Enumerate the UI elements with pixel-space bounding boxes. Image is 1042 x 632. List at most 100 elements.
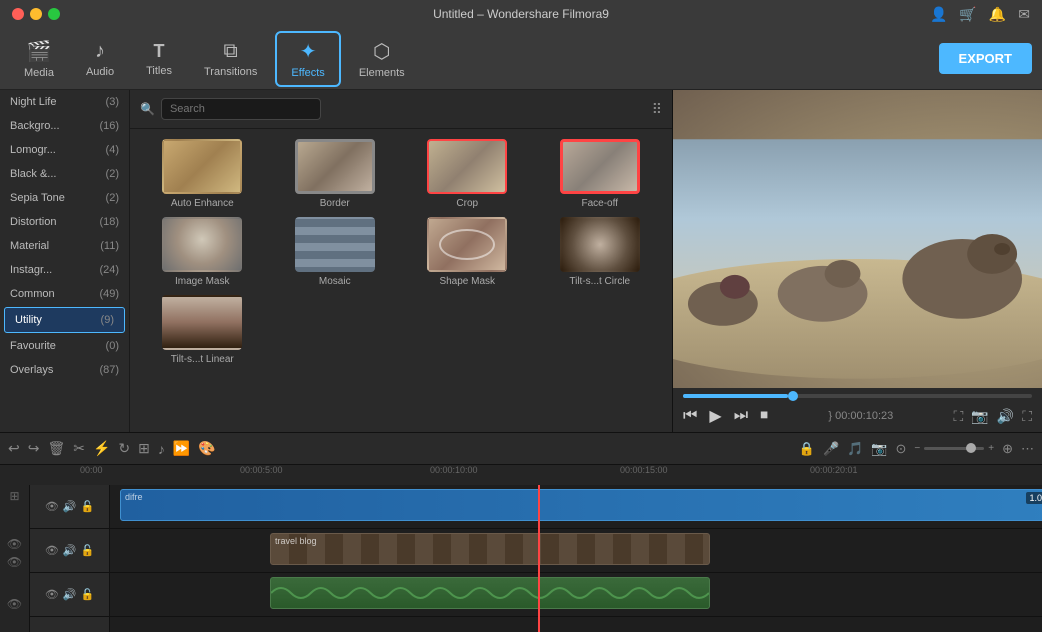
playhead <box>538 485 540 632</box>
fullscreen-icon[interactable]: ⛶ <box>1022 408 1032 425</box>
cut-icon[interactable]: ✂ <box>73 440 85 457</box>
grid-toggle-icon[interactable]: ⠿ <box>652 101 662 118</box>
effect-auto-enhance[interactable]: Auto Enhance <box>140 139 265 209</box>
sidebar-item-instagram[interactable]: Instagr... (24) <box>0 258 129 282</box>
effect-shapemask[interactable]: Shape Mask <box>405 217 530 287</box>
toolbar-elements[interactable]: ⬡ Elements <box>345 33 419 85</box>
track-3-audio[interactable]: 🔊 <box>63 588 77 601</box>
sidebar-item-sepia[interactable]: Sepia Tone (2) <box>0 186 129 210</box>
camera-icon[interactable]: 📷 <box>871 441 887 457</box>
sidebar-item-black[interactable]: Black &... (2) <box>0 162 129 186</box>
preview-panel: ⏮ ▶ ⏭ ⏹ } 00:00:10:23 ⛶ 📷 🔊 ⛶ <box>672 90 1042 432</box>
sidebar-background-label: Backgro... <box>10 120 60 132</box>
ruler-mark-5: 00:00:5:00 <box>240 465 283 475</box>
track-2-lock[interactable]: 🔓 <box>80 544 94 557</box>
sidebar-item-material[interactable]: Material (11) <box>0 234 129 258</box>
track-clip-3[interactable] <box>270 577 710 609</box>
color-icon[interactable]: 🎨 <box>198 440 215 457</box>
redo-icon[interactable]: ↪ <box>28 440 40 457</box>
audio-icon[interactable]: ♪ <box>158 441 165 457</box>
timeline-area: ↩ ↪ 🗑 ✂ ⚡ ↻ ⊞ ♪ ⏩ 🎨 🔒 🎤 🎵 📷 ⊙ − + ⊕ ⋯ <box>0 432 1042 632</box>
track-2-eye[interactable]: 👁 <box>45 544 59 557</box>
titlebar: Untitled – Wondershare Filmora9 👤 🛒 🔔 ✉ <box>0 0 1042 28</box>
zoom-slider[interactable] <box>924 447 984 450</box>
more-icon[interactable]: ⋯ <box>1021 441 1034 457</box>
close-button[interactable] <box>12 8 24 20</box>
track-icon[interactable]: 🎵 <box>847 441 863 457</box>
side-icon-3[interactable]: 👁 <box>7 555 22 569</box>
sidebar-material-count: (11) <box>100 240 119 252</box>
rotate-icon[interactable]: ↻ <box>118 440 130 457</box>
effects-icon: ✦ <box>300 39 317 64</box>
sidebar-item-common[interactable]: Common (49) <box>0 282 129 306</box>
sidebar-utility-count: (9) <box>101 314 114 326</box>
effect-border[interactable]: Border <box>273 139 398 209</box>
split-icon[interactable]: ⚡ <box>93 440 110 457</box>
effect-crop[interactable]: Crop <box>405 139 530 209</box>
track-2-audio[interactable]: 🔊 <box>63 544 77 557</box>
effect-tiltlinear[interactable]: Tilt-s...t Linear <box>140 295 265 365</box>
right-timeline-icons: 🔒 🎤 🎵 📷 ⊙ − + ⊕ ⋯ <box>799 441 1034 457</box>
rewind-button[interactable]: ⏮ <box>683 407 697 425</box>
sidebar-item-overlays[interactable]: Overlays (87) <box>0 358 129 382</box>
sidebar-item-distortion[interactable]: Distortion (18) <box>0 210 129 234</box>
toolbar-transitions[interactable]: ⧉ Transitions <box>190 34 271 84</box>
lock-icon[interactable]: 🔒 <box>799 441 815 457</box>
search-input[interactable] <box>161 98 321 120</box>
effect-mosaic[interactable]: Mosaic <box>273 217 398 287</box>
sidebar-item-nightlife[interactable]: Night Life (3) <box>0 90 129 114</box>
maximize-button[interactable] <box>48 8 60 20</box>
export-button[interactable]: EXPORT <box>939 43 1032 74</box>
toolbar-media[interactable]: 🎬 Media <box>10 33 68 85</box>
pip-icon[interactable]: ⛶ <box>954 408 964 425</box>
track-clip-2[interactable]: travel blog <box>270 533 710 565</box>
track-1-eye[interactable]: 👁 <box>45 500 59 513</box>
circle-icon[interactable]: ⊙ <box>896 441 907 457</box>
sidebar-item-utility[interactable]: Utility (9) <box>4 307 125 333</box>
message-icon[interactable]: ✉ <box>1018 6 1030 23</box>
track-1-audio[interactable]: 🔊 <box>63 500 77 513</box>
playback-controls: ⏮ ▶ ⏭ ⏹ } 00:00:10:23 ⛶ 📷 🔊 ⛶ <box>683 406 1032 426</box>
user-icon[interactable]: 👤 <box>930 6 947 23</box>
effect-faceoff[interactable]: Face-off <box>538 139 663 209</box>
speed-icon[interactable]: ⏩ <box>173 440 190 457</box>
sidebar-item-lomo[interactable]: Lomogr... (4) <box>0 138 129 162</box>
forward-button[interactable]: ⏭ <box>734 407 748 425</box>
sidebar-item-background[interactable]: Backgro... (16) <box>0 114 129 138</box>
undo-icon[interactable]: ↩ <box>8 440 20 457</box>
track-2-label: travel blog <box>275 536 317 546</box>
volume-icon[interactable]: 🔊 <box>997 408 1014 425</box>
effect-tiltcircle-thumb <box>560 217 640 272</box>
minimize-button[interactable] <box>30 8 42 20</box>
crop-timeline-icon[interactable]: ⊞ <box>138 440 150 457</box>
stop-button[interactable]: ⏹ <box>760 407 768 425</box>
sidebar-item-favourite[interactable]: Favourite (0) <box>0 334 129 358</box>
main-toolbar: 🎬 Media ♪ Audio T Titles ⧉ Transitions ✦… <box>0 28 1042 90</box>
mic-icon[interactable]: 🎤 <box>823 441 839 457</box>
track-3-eye[interactable]: 👁 <box>45 588 59 601</box>
add-video-icon[interactable]: ⊞ <box>9 489 19 503</box>
effect-tiltcircle[interactable]: Tilt-s...t Circle <box>538 217 663 287</box>
track-1-lock[interactable]: 🔓 <box>80 500 94 513</box>
effect-imagemask[interactable]: Image Mask <box>140 217 265 287</box>
track-3-lock[interactable]: 🔓 <box>80 588 94 601</box>
track-controls: 👁 🔊 🔓 👁 🔊 🔓 👁 🔊 🔓 <box>30 485 110 632</box>
toolbar-titles[interactable]: T Titles <box>132 35 186 83</box>
side-icon-2[interactable]: 👁 <box>7 537 22 551</box>
progress-fill <box>683 394 788 398</box>
zoom-out-icon[interactable]: − <box>914 443 920 454</box>
toolbar-audio[interactable]: ♪ Audio <box>72 34 128 84</box>
cart-icon[interactable]: 🛒 <box>959 6 976 23</box>
side-icon-4[interactable]: 👁 <box>7 597 22 611</box>
zoom-in-icon[interactable]: + <box>988 443 994 454</box>
snapshot-icon[interactable]: 📷 <box>971 408 988 425</box>
play-button[interactable]: ▶ <box>709 406 721 426</box>
add-track-icon[interactable]: ⊕ <box>1002 441 1013 457</box>
effect-crop-thumb <box>427 139 507 194</box>
track-clip-1[interactable]: 1.00 x ▼ difre <box>120 489 1042 521</box>
bell-icon[interactable]: 🔔 <box>989 6 1006 23</box>
toolbar-effects[interactable]: ✦ Effects <box>275 31 340 87</box>
delete-icon[interactable]: 🗑 <box>47 440 65 457</box>
progress-bar[interactable] <box>683 394 1032 398</box>
effect-shapemask-label: Shape Mask <box>439 276 495 287</box>
